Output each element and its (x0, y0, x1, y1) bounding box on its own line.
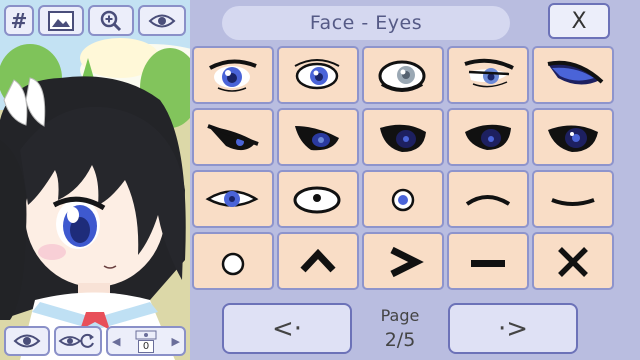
eye-option-16[interactable] (192, 232, 274, 290)
eye-option-20[interactable] (532, 232, 614, 290)
eye-option-7[interactable] (277, 108, 359, 166)
eye-option-15[interactable] (532, 170, 614, 228)
eye-mini-icon (135, 330, 157, 339)
prev-arrow-icon: <· (271, 313, 303, 344)
eye-option-3[interactable] (362, 46, 444, 104)
eye-style-12-icon (293, 186, 341, 214)
eye-style-6-icon (207, 124, 259, 151)
previous-page-button[interactable]: <· (222, 303, 352, 354)
dash-eye-icon (471, 260, 505, 267)
eye-style-15-icon (551, 198, 595, 206)
panel-title-text: Face - Eyes (309, 12, 423, 34)
eye-option-19[interactable] (447, 232, 529, 290)
eye-reset-button[interactable] (54, 326, 102, 356)
eye-style-13-icon (391, 188, 415, 212)
eye-option-4[interactable] (447, 46, 529, 104)
eye-style-4-icon (464, 58, 514, 88)
hash-button[interactable]: # (4, 5, 34, 36)
image-icon (48, 10, 74, 31)
close-icon: X (571, 8, 587, 34)
eye-options-grid (192, 46, 614, 294)
panel-title: Face - Eyes (222, 6, 510, 40)
eye-option-8[interactable] (362, 108, 444, 166)
eye-option-5[interactable] (532, 46, 614, 104)
circle-eye-icon (221, 252, 245, 276)
page-number: 2/5 (384, 329, 416, 351)
chevron-left-icon[interactable]: ◀ (112, 335, 120, 348)
eye-option-12[interactable] (277, 170, 359, 228)
character-scene (0, 0, 190, 360)
eye-toggle-button[interactable] (4, 326, 50, 356)
eye-style-9-icon (465, 124, 511, 150)
page-indicator: Page 2/5 (360, 304, 440, 352)
greater-than-eye-icon (390, 246, 424, 278)
eye-icon (13, 334, 41, 348)
eye-option-10[interactable] (532, 108, 614, 166)
eye-reset-icon (58, 333, 94, 348)
eye-style-1-icon (209, 59, 257, 92)
close-button[interactable]: X (548, 3, 610, 39)
zoom-button[interactable] (88, 5, 134, 36)
x-eye-icon (558, 247, 588, 277)
character-preview: # ◀ 0 ▶ (0, 0, 190, 360)
chevron-right-icon[interactable]: ▶ (172, 335, 180, 348)
eye-style-8-icon (380, 124, 426, 152)
next-arrow-icon: ·> (497, 313, 529, 344)
eye-style-2-icon (294, 59, 340, 90)
eye-style-7-icon (295, 126, 339, 151)
next-page-button[interactable]: ·> (448, 303, 578, 354)
eye-style-11-icon (205, 190, 259, 207)
eye-option-9[interactable] (447, 108, 529, 166)
eye-option-13[interactable] (362, 170, 444, 228)
hash-label: # (10, 8, 28, 33)
eye-style-5-icon (547, 60, 604, 85)
editor-panel: Face - Eyes X <· Page 2/5 ·> (190, 0, 640, 360)
eye-style-3-icon (378, 60, 426, 92)
eye-option-1[interactable] (192, 46, 274, 104)
eye-style-14-icon (465, 195, 511, 206)
page-word: Page (380, 306, 420, 325)
background-image-button[interactable] (38, 5, 84, 36)
layer-select[interactable]: ◀ 0 ▶ (106, 326, 186, 356)
layer-value: 0 (137, 339, 155, 353)
eye-option-18[interactable] (362, 232, 444, 290)
eye-option-14[interactable] (447, 170, 529, 228)
zoom-in-icon (100, 10, 122, 31)
caret-up-eye-icon (300, 248, 336, 273)
eye-icon (148, 14, 176, 27)
eye-style-10-icon (548, 125, 598, 152)
toggle-view-button[interactable] (138, 5, 186, 36)
eye-option-11[interactable] (192, 170, 274, 228)
eye-option-6[interactable] (192, 108, 274, 166)
eye-option-17[interactable] (277, 232, 359, 290)
eye-option-2[interactable] (277, 46, 359, 104)
